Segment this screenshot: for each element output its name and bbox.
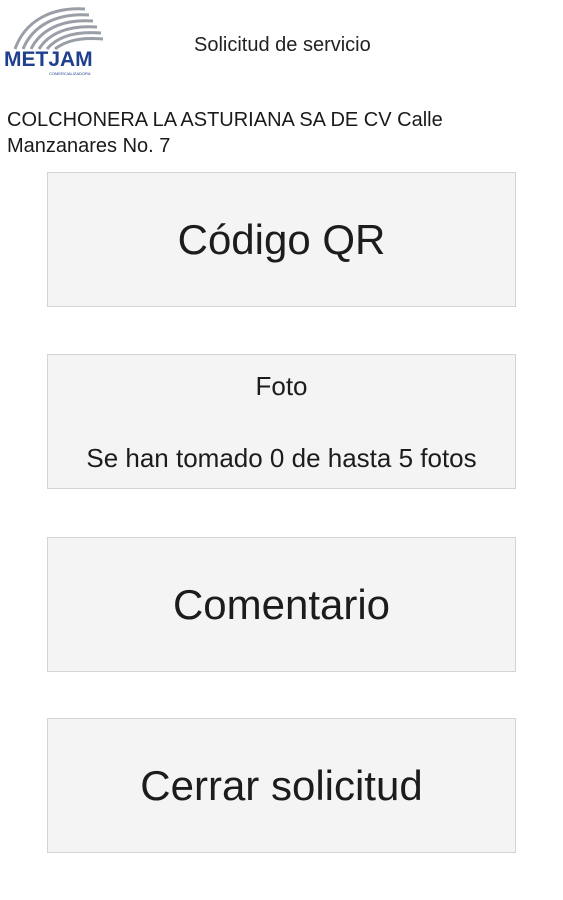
logo-wordmark: METJAM bbox=[4, 48, 93, 71]
photo-button-label: Foto bbox=[255, 370, 308, 401]
logo-subtext: COMERCIALIZADORA bbox=[49, 71, 91, 76]
comment-button[interactable]: Comentario bbox=[47, 537, 516, 672]
client-info-text: COLCHONERA LA ASTURIANA SA DE CV Calle M… bbox=[7, 109, 443, 157]
metjam-logo: METJAM COMERCIALIZADORA bbox=[3, 3, 116, 91]
close-request-button-label: Cerrar solicitud bbox=[140, 761, 423, 809]
photo-button[interactable]: Foto Se han tomado 0 de hasta 5 fotos bbox=[47, 354, 516, 489]
metjam-logo-graphic: METJAM COMERCIALIZADORA bbox=[4, 7, 104, 76]
page-title: Solicitud de servicio bbox=[194, 34, 371, 56]
photo-count-status: Se han tomado 0 de hasta 5 fotos bbox=[86, 442, 477, 473]
qr-code-button[interactable]: Código QR bbox=[47, 172, 516, 307]
close-request-button[interactable]: Cerrar solicitud bbox=[47, 718, 516, 853]
comment-button-label: Comentario bbox=[172, 580, 391, 628]
qr-code-button-label: Código QR bbox=[177, 215, 386, 263]
service-request-screen: METJAM COMERCIALIZADORA Solicitud de ser… bbox=[0, 0, 563, 900]
header: METJAM COMERCIALIZADORA Solicitud de ser… bbox=[0, 0, 563, 100]
